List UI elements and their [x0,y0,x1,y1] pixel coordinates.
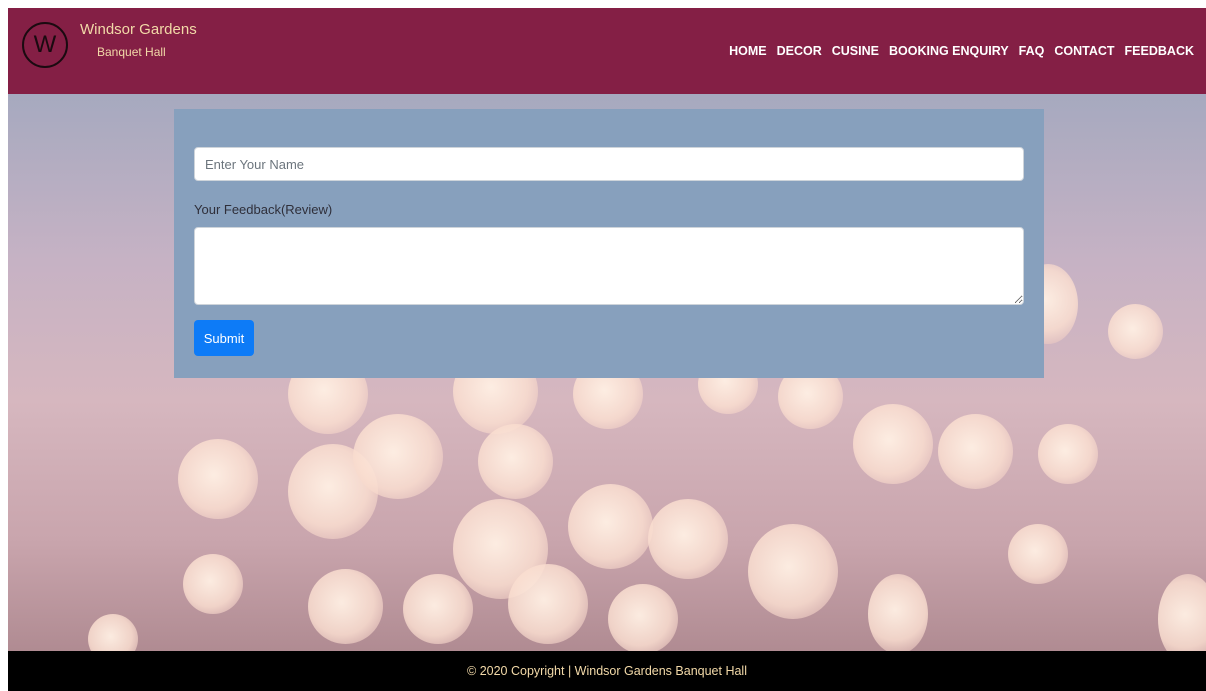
bokeh-light [748,524,838,619]
nav-feedback[interactable]: FEEDBACK [1125,44,1194,58]
nav-contact[interactable]: CONTACT [1054,44,1114,58]
bokeh-light [1108,304,1163,359]
feedback-form: Your Feedback(Review) Submit [174,109,1044,378]
bokeh-light [178,439,258,519]
bokeh-light [183,554,243,614]
brand-subtitle: Banquet Hall [97,45,166,59]
feedback-textarea[interactable] [194,227,1024,305]
bokeh-light [308,569,383,644]
bokeh-light [478,424,553,499]
site-footer: © 2020 Copyright | Windsor Gardens Banqu… [8,651,1206,691]
bokeh-light [853,404,933,484]
nav-cusine[interactable]: CUSINE [832,44,879,58]
nav-booking-enquiry[interactable]: BOOKING ENQUIRY [889,44,1009,58]
brand-name: Windsor Gardens [80,21,197,38]
site-header: W Windsor Gardens Banquet Hall HOME DECO… [8,8,1206,94]
bokeh-light [938,414,1013,489]
bokeh-light [1158,574,1206,651]
bokeh-light [568,484,653,569]
bokeh-light [648,499,728,579]
nav-decor[interactable]: DECOR [777,44,822,58]
bokeh-light [1038,424,1098,484]
copyright-text: © 2020 Copyright | Windsor Gardens Banqu… [467,664,747,678]
main-nav: HOME DECOR CUSINE BOOKING ENQUIRY FAQ CO… [729,44,1194,58]
logo-icon[interactable]: W [22,22,68,68]
bokeh-light [353,414,443,499]
nav-faq[interactable]: FAQ [1019,44,1045,58]
bokeh-light [608,584,678,651]
logo-letter: W [33,31,57,58]
nav-home[interactable]: HOME [729,44,767,58]
bokeh-light [403,574,473,644]
feedback-label: Your Feedback(Review) [194,202,333,217]
bokeh-light [508,564,588,644]
bokeh-light [1008,524,1068,584]
bokeh-light [868,574,928,651]
bokeh-light [88,614,138,651]
page: W Windsor Gardens Banquet Hall HOME DECO… [0,0,1206,691]
name-input[interactable] [194,147,1024,181]
submit-button[interactable]: Submit [194,320,254,356]
